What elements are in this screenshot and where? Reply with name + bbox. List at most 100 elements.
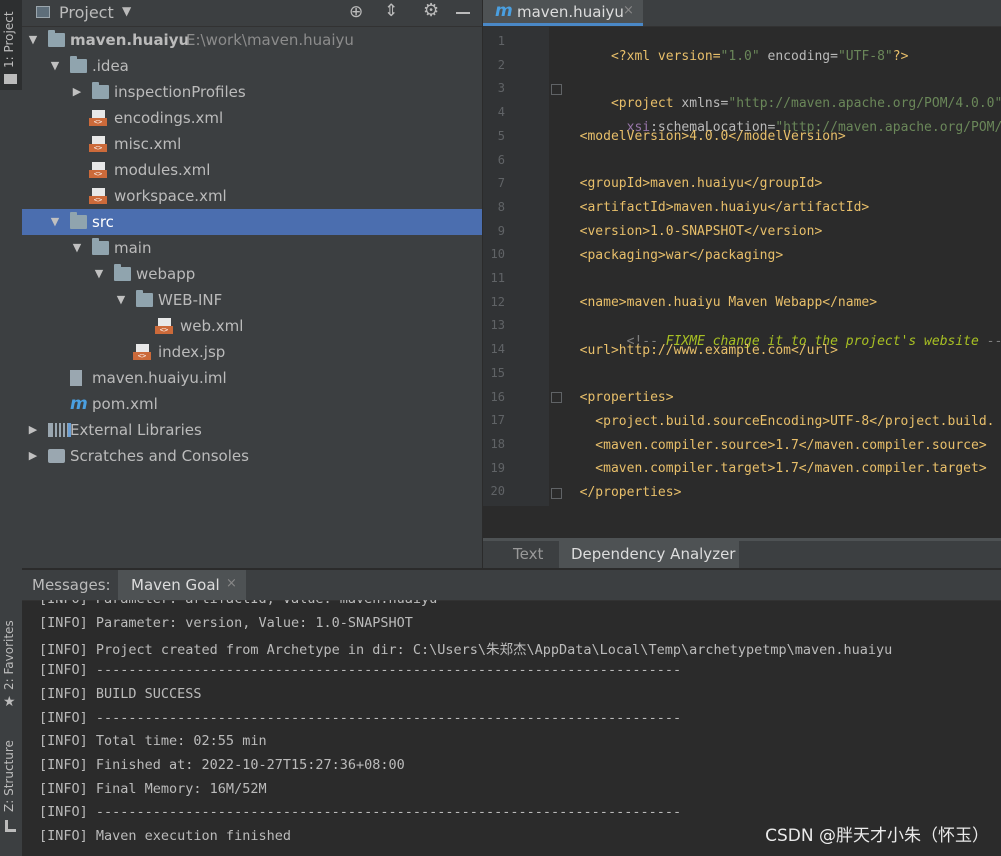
code-line: </properties> [564, 485, 682, 500]
project-panel-header: Project ▼ ⊕ ⇕ ⚙ [22, 0, 482, 27]
fold-marker-icon[interactable] [551, 392, 562, 403]
log-line: [INFO] Parameter: artifactId, Value: mav… [39, 600, 437, 607]
folder-icon [136, 290, 153, 307]
tree-item[interactable]: workspace.xml [22, 183, 482, 209]
tab-maven-goal[interactable]: Maven Goal × [118, 570, 246, 600]
structure-tool-button[interactable]: Z: Structure [0, 730, 22, 840]
hide-panel-icon[interactable] [456, 12, 470, 14]
tree-item[interactable]: ▼ WEB-INF [22, 287, 482, 313]
log-line: [INFO] BUILD SUCCESS [39, 685, 202, 702]
chevron-right-icon[interactable]: ▶ [26, 443, 40, 469]
locate-icon[interactable]: ⊕ [349, 2, 363, 22]
gear-icon[interactable]: ⚙ [423, 0, 439, 21]
log-line: [INFO] ---------------------------------… [39, 804, 682, 821]
tab-dependency-analyzer[interactable]: Dependency Analyzer [559, 541, 739, 568]
comment: --> [986, 334, 1001, 349]
project-tree: ▼ maven.huaiyu E:\work\maven.huaiyu ▼ .idea ▶… [22, 27, 482, 507]
watermark: CSDN @胖天才小朱（怀玉） [765, 826, 989, 846]
tree-item[interactable]: encodings.xml [22, 105, 482, 131]
tree-item-label: inspectionProfiles [114, 83, 246, 101]
code-line: <url>http://www.example.com</url> [564, 343, 838, 358]
tree-item-label: webapp [136, 265, 196, 283]
tree-item[interactable]: ▼ webapp [22, 261, 482, 287]
folder-icon [92, 82, 109, 99]
chevron-right-icon[interactable]: ▶ [26, 417, 40, 443]
tree-item-label: .idea [92, 57, 129, 75]
editor-tab-bar: m maven.huaiyu × [483, 0, 1001, 27]
xml-file-icon [89, 188, 107, 204]
tab-text-label: Text [513, 545, 544, 563]
attr-value: "1.0" [720, 49, 760, 64]
project-view-selector[interactable]: Project [59, 3, 114, 22]
chevron-down-icon[interactable]: ▼ [48, 53, 62, 79]
iml-file-icon [70, 370, 82, 386]
tree-item[interactable]: modules.xml [22, 157, 482, 183]
chevron-down-icon[interactable]: ▼ [92, 261, 106, 287]
tree-item-label: modules.xml [114, 161, 211, 179]
log-line: [INFO] Project created from Archetype in… [39, 642, 893, 659]
chevron-down-icon[interactable]: ▼ [48, 209, 62, 235]
code-area[interactable]: <?xml version="1.0" encoding="UTF-8"?> <… [483, 26, 1001, 506]
code-line: <modelVersion>4.0.0</modelVersion> [564, 129, 846, 144]
log-line: [INFO] Total time: 02:55 min [39, 733, 267, 750]
code-line: <project.build.sourceEncoding>UTF-8</pro… [564, 414, 995, 429]
project-tool-button[interactable]: 1: Project [0, 0, 22, 90]
tree-item[interactable]: ▶ Scratches and Consoles [22, 443, 482, 469]
editor-area: m maven.huaiyu × 1 2 3 4 5 6 7 8 9 10 11 12 13 14 15 16… [483, 0, 1001, 540]
scratches-icon [48, 449, 65, 463]
xml-file-icon [89, 110, 107, 126]
editor-tab-label: maven.huaiyu [517, 3, 624, 21]
messages-panel: Messages: Maven Goal × [INFO] Parameter:… [22, 570, 1001, 856]
collapse-all-icon[interactable]: ⇕ [384, 1, 398, 21]
folder-icon [92, 238, 109, 255]
tree-item-path: E:\work\maven.huaiyu [186, 31, 354, 49]
chevron-down-icon[interactable]: ▼ [70, 235, 84, 261]
code-line: <properties> [564, 390, 674, 405]
editor-bottom-tabs: Text Dependency Analyzer [483, 538, 1001, 568]
fold-marker-icon[interactable] [551, 84, 562, 95]
tree-item[interactable]: m pom.xml [22, 391, 482, 417]
tree-item[interactable]: web.xml [22, 313, 482, 339]
favorites-tool-button[interactable]: 2: Favorites ★ [0, 610, 22, 715]
folder-icon [4, 74, 17, 84]
tree-item-label: main [114, 239, 152, 257]
chevron-down-icon[interactable]: ▼ [122, 4, 131, 18]
chevron-down-icon[interactable]: ▼ [26, 27, 40, 53]
tree-item-label: Scratches and Consoles [70, 447, 249, 465]
maven-icon: m [70, 394, 88, 414]
chevron-down-icon[interactable]: ▼ [114, 287, 128, 313]
tree-item[interactable]: ▼ src [22, 209, 482, 235]
favorites-tool-label: 2: Favorites [2, 620, 16, 690]
tree-item[interactable]: ▼ maven.huaiyu E:\work\maven.huaiyu [22, 27, 482, 53]
tree-item[interactable]: ▼ main [22, 235, 482, 261]
close-icon[interactable]: × [623, 3, 634, 18]
tree-item[interactable]: ▶ External Libraries [22, 417, 482, 443]
close-icon[interactable]: × [226, 576, 237, 591]
tree-item[interactable]: maven.huaiyu.iml [22, 365, 482, 391]
log-line: [INFO] ---------------------------------… [39, 662, 682, 679]
tab-dependency-analyzer-label: Dependency Analyzer [571, 545, 736, 563]
code-line: <groupId>maven.huaiyu</groupId> [564, 176, 823, 191]
editor-tab-pom[interactable]: m maven.huaiyu × [483, 0, 643, 26]
tree-item-label: maven.huaiyu [70, 31, 190, 49]
left-tool-strip: 1: Project 2: Favorites ★ Z: Structure [0, 0, 23, 856]
messages-label: Messages: [32, 576, 111, 594]
chevron-right-icon[interactable]: ▶ [70, 79, 84, 105]
fold-marker-icon[interactable] [551, 488, 562, 499]
xml-decl-end: ?> [892, 49, 909, 64]
folder-icon [70, 56, 87, 73]
maven-icon: m [495, 1, 513, 21]
module-folder-icon [48, 30, 65, 47]
tree-item[interactable]: misc.xml [22, 131, 482, 157]
structure-tool-label: Z: Structure [2, 740, 16, 812]
tree-item[interactable]: index.jsp [22, 339, 482, 365]
log-line: [INFO] ---------------------------------… [39, 709, 682, 726]
tab-text[interactable]: Text [495, 541, 555, 568]
tree-item[interactable]: ▼ .idea [22, 53, 482, 79]
code-line: <artifactId>maven.huaiyu</artifactId> [564, 200, 870, 215]
xml-file-icon [89, 162, 107, 178]
log-line: [INFO] Final Memory: 16M/52M [39, 780, 267, 797]
maven-goal-tab-label: Maven Goal [131, 576, 220, 594]
code-line: <?xml version="1.0" encoding="UTF-8"?> [564, 34, 908, 79]
tree-item[interactable]: ▶ inspectionProfiles [22, 79, 482, 105]
